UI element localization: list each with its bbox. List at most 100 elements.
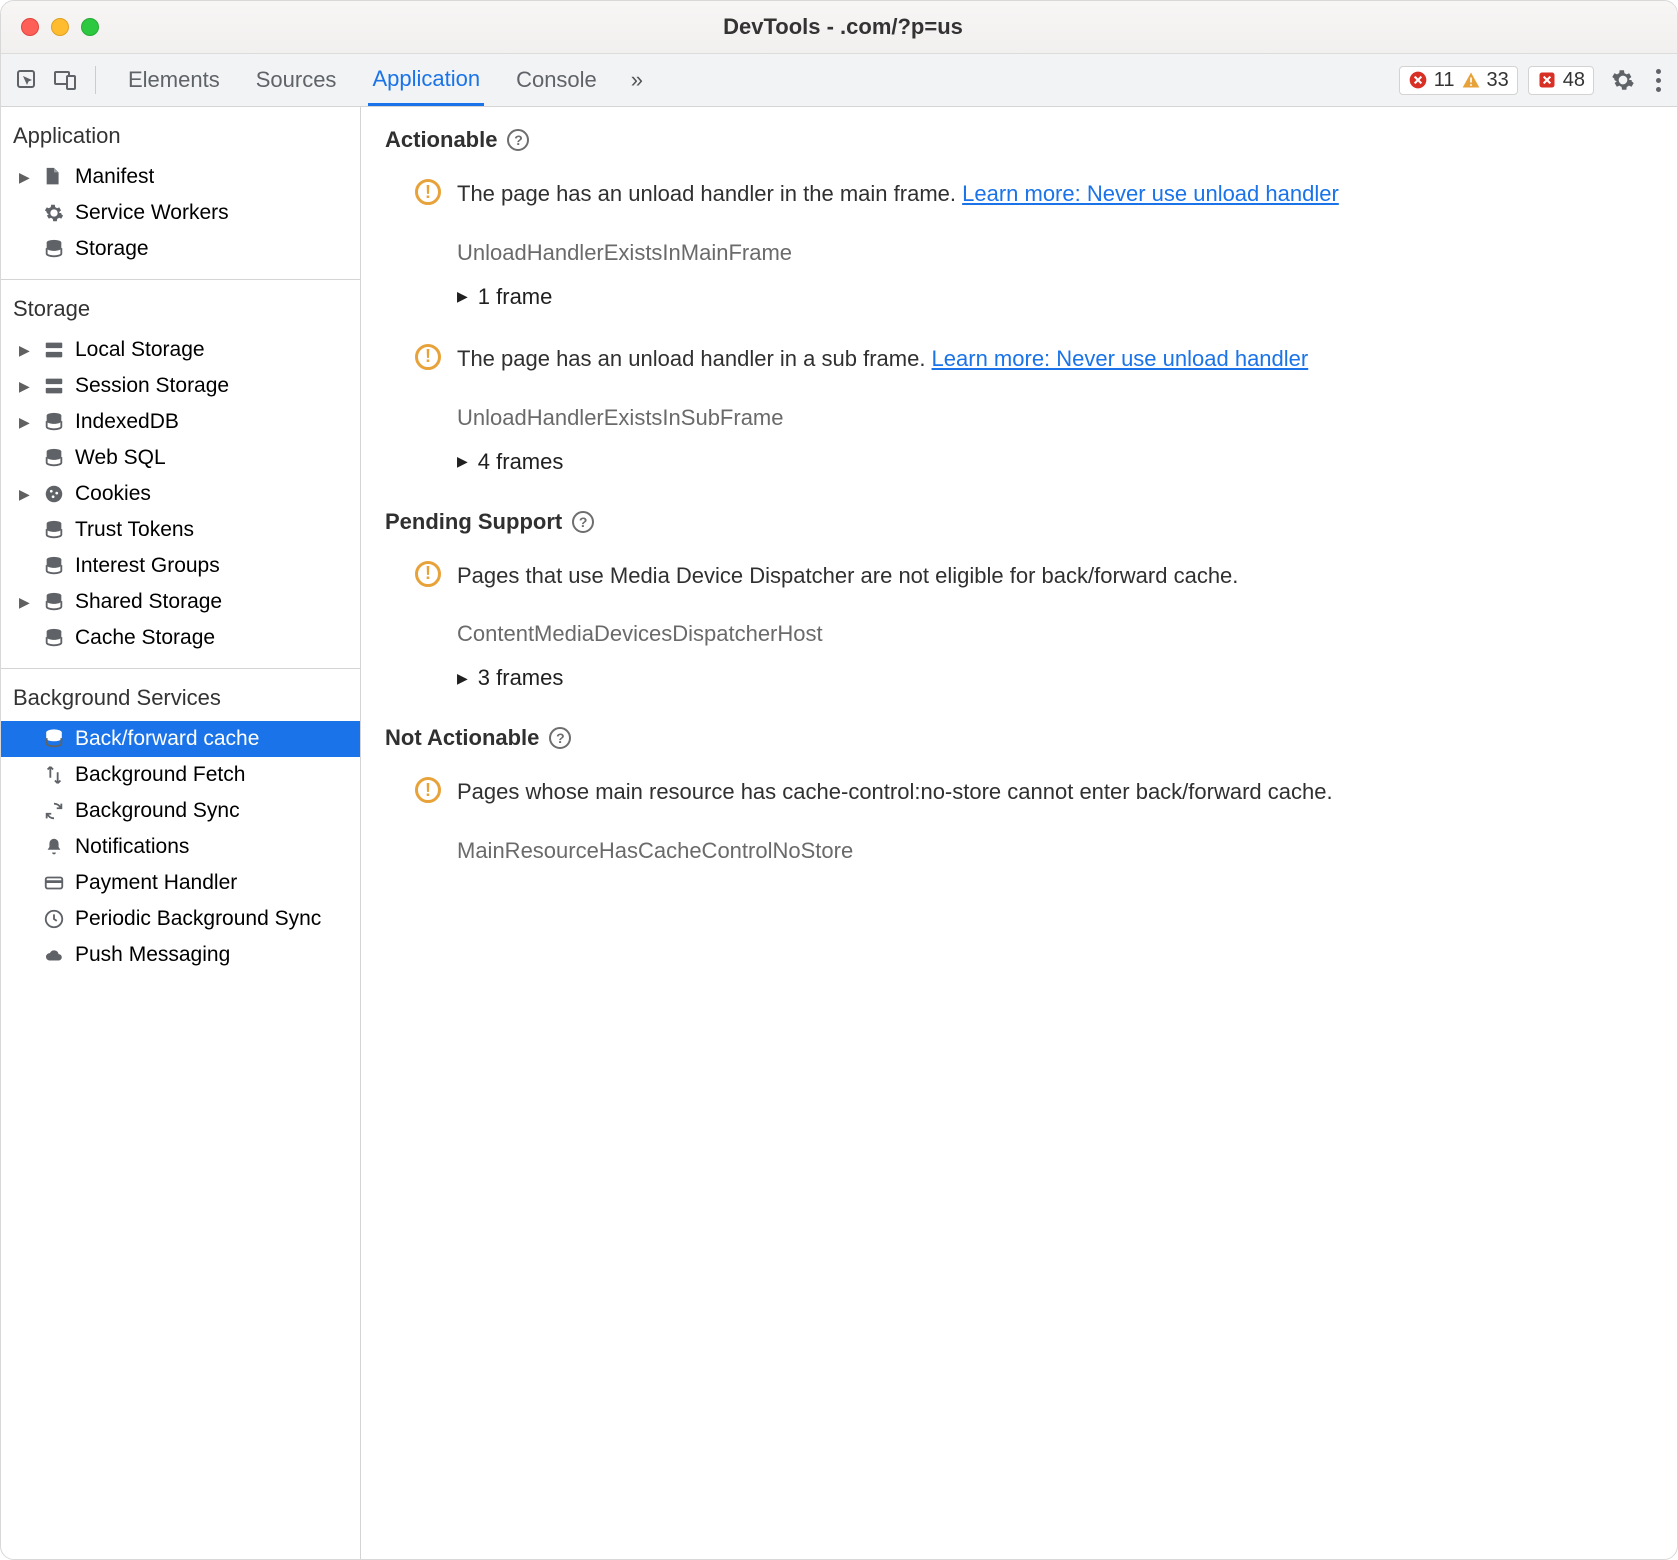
table-icon <box>43 339 65 361</box>
file-icon <box>43 166 65 188</box>
sidebar-item-periodic-bg-sync[interactable]: ▶Periodic Background Sync <box>1 901 360 937</box>
expand-icon[interactable]: ▶ <box>19 342 33 359</box>
inspect-icon[interactable] <box>13 66 41 94</box>
sidebar-item-notifications[interactable]: ▶Notifications <box>1 829 360 865</box>
bell-icon <box>43 836 65 858</box>
title-bar: DevTools - .com/?p=us <box>1 1 1677 53</box>
section-heading: Pending Support? <box>385 509 1653 535</box>
sidebar-item-storage[interactable]: ▶Storage <box>1 231 360 267</box>
frames-toggle[interactable]: ▶1 frame <box>457 284 1653 310</box>
expand-icon[interactable]: ▶ <box>19 486 33 503</box>
expand-icon[interactable]: ▶ <box>19 169 33 186</box>
warning-circle-icon <box>415 777 441 803</box>
cookie-icon <box>43 483 65 505</box>
sidebar-item-shared-storage[interactable]: ▶ Shared Storage <box>1 584 360 620</box>
panel-tabs: Elements Sources Application Console <box>124 54 601 106</box>
settings-icon[interactable] <box>1610 67 1636 93</box>
sidebar-item-cookies[interactable]: ▶Cookies <box>1 476 360 512</box>
warning-count: 33 <box>1487 69 1509 92</box>
tab-console[interactable]: Console <box>512 54 601 106</box>
close-window-button[interactable] <box>21 18 39 36</box>
warning-icon <box>1461 70 1481 90</box>
card-icon <box>43 872 65 894</box>
section-heading: Not Actionable? <box>385 725 1653 751</box>
updown-icon <box>43 764 65 786</box>
help-icon[interactable]: ? <box>507 129 529 151</box>
sidebar-item-trust-tokens[interactable]: ▶Trust Tokens <box>1 512 360 548</box>
sidebar-item-label: Trust Tokens <box>75 518 194 542</box>
database-icon <box>43 591 65 613</box>
minimize-window-button[interactable] <box>51 18 69 36</box>
sidebar-item-label: Background Sync <box>75 799 240 823</box>
frames-toggle[interactable]: ▶4 frames <box>457 449 1653 475</box>
gear-icon <box>43 202 65 224</box>
sidebar-item-label: Interest Groups <box>75 554 220 578</box>
sidebar-item-interest-groups[interactable]: ▶Interest Groups <box>1 548 360 584</box>
more-tabs-icon[interactable]: » <box>631 67 643 93</box>
sidebar-item-session-storage[interactable]: ▶ Session Storage <box>1 368 360 404</box>
database-icon <box>43 447 65 469</box>
sidebar-item-local-storage[interactable]: ▶ Local Storage <box>1 332 360 368</box>
content-panel: Actionable? The page has an unload handle… <box>361 107 1677 1559</box>
frames-toggle[interactable]: ▶3 frames <box>457 665 1653 691</box>
sidebar-item-label: Shared Storage <box>75 590 222 614</box>
maximize-window-button[interactable] <box>81 18 99 36</box>
sidebar-item-indexeddb[interactable]: ▶IndexedDB <box>1 404 360 440</box>
help-icon[interactable]: ? <box>549 727 571 749</box>
sidebar-item-manifest[interactable]: ▶ Manifest <box>1 159 360 195</box>
learn-more-link[interactable]: Learn more: Never use unload handler <box>932 346 1309 371</box>
sidebar-item-label: Back/forward cache <box>75 727 259 751</box>
device-toggle-icon[interactable] <box>51 66 79 94</box>
cloud-icon <box>43 944 65 966</box>
sidebar-item-label: Periodic Background Sync <box>75 907 321 931</box>
tab-sources[interactable]: Sources <box>252 54 341 106</box>
issue-code: ContentMediaDevicesDispatcherHost <box>457 621 1653 647</box>
expand-icon[interactable]: ▶ <box>19 378 33 395</box>
expand-icon[interactable]: ▶ <box>19 594 33 611</box>
sidebar: Application▶Manifest▶Service Workers▶Sto… <box>1 107 361 1559</box>
sidebar-item-service-workers[interactable]: ▶Service Workers <box>1 195 360 231</box>
database-icon <box>43 555 65 577</box>
sidebar-item-web-sql[interactable]: ▶Web SQL <box>1 440 360 476</box>
sidebar-item-background-fetch[interactable]: ▶Background Fetch <box>1 757 360 793</box>
sidebar-item-label: Manifest <box>75 165 154 189</box>
help-icon[interactable]: ? <box>572 511 594 533</box>
sidebar-item-payment-handler[interactable]: ▶Payment Handler <box>1 865 360 901</box>
more-menu-icon[interactable] <box>1656 69 1661 92</box>
sidebar-item-label: Payment Handler <box>75 871 237 895</box>
issue-row: Pages that use Media Device Dispatcher a… <box>415 561 1653 592</box>
divider <box>95 66 96 94</box>
issue-code: MainResourceHasCacheControlNoStore <box>457 838 1653 864</box>
sync-icon <box>43 800 65 822</box>
warning-circle-icon <box>415 344 441 370</box>
section-heading-text: Actionable <box>385 127 497 153</box>
sidebar-item-label: Web SQL <box>75 446 166 470</box>
expand-icon: ▶ <box>457 670 468 687</box>
table-icon <box>43 375 65 397</box>
issues-count: 48 <box>1563 69 1585 92</box>
sidebar-item-label: Push Messaging <box>75 943 230 967</box>
sidebar-item-cache-storage[interactable]: ▶Cache Storage <box>1 620 360 656</box>
issue-row: The page has an unload handler in the ma… <box>415 179 1653 210</box>
tab-application[interactable]: Application <box>368 54 484 106</box>
sidebar-item-label: Session Storage <box>75 374 229 398</box>
learn-more-link[interactable]: Learn more: Never use unload handler <box>962 181 1339 206</box>
warning-circle-icon <box>415 179 441 205</box>
sidebar-item-label: Cache Storage <box>75 626 215 650</box>
sidebar-item-push-messaging[interactable]: ▶Push Messaging <box>1 937 360 973</box>
traffic-lights <box>21 18 99 36</box>
console-status-badge[interactable]: 11 33 <box>1399 66 1518 95</box>
sidebar-section-storage: Storage <box>1 280 360 330</box>
sidebar-section-background-services: Background Services <box>1 669 360 719</box>
sidebar-item-bfcache[interactable]: ▶Back/forward cache <box>1 721 360 757</box>
expand-icon[interactable]: ▶ <box>19 414 33 431</box>
sidebar-item-label: Service Workers <box>75 201 229 225</box>
sidebar-item-label: Local Storage <box>75 338 205 362</box>
issues-badge[interactable]: 48 <box>1528 66 1594 95</box>
devtools-window: DevTools - .com/?p=us Elements Sources App… <box>0 0 1678 1560</box>
toolbar: Elements Sources Application Console » 11 3… <box>1 53 1677 107</box>
sidebar-item-background-sync[interactable]: ▶Background Sync <box>1 793 360 829</box>
issue-text: Pages whose main resource has cache-cont… <box>457 777 1333 808</box>
tab-elements[interactable]: Elements <box>124 54 224 106</box>
issue-code: UnloadHandlerExistsInSubFrame <box>457 405 1653 431</box>
